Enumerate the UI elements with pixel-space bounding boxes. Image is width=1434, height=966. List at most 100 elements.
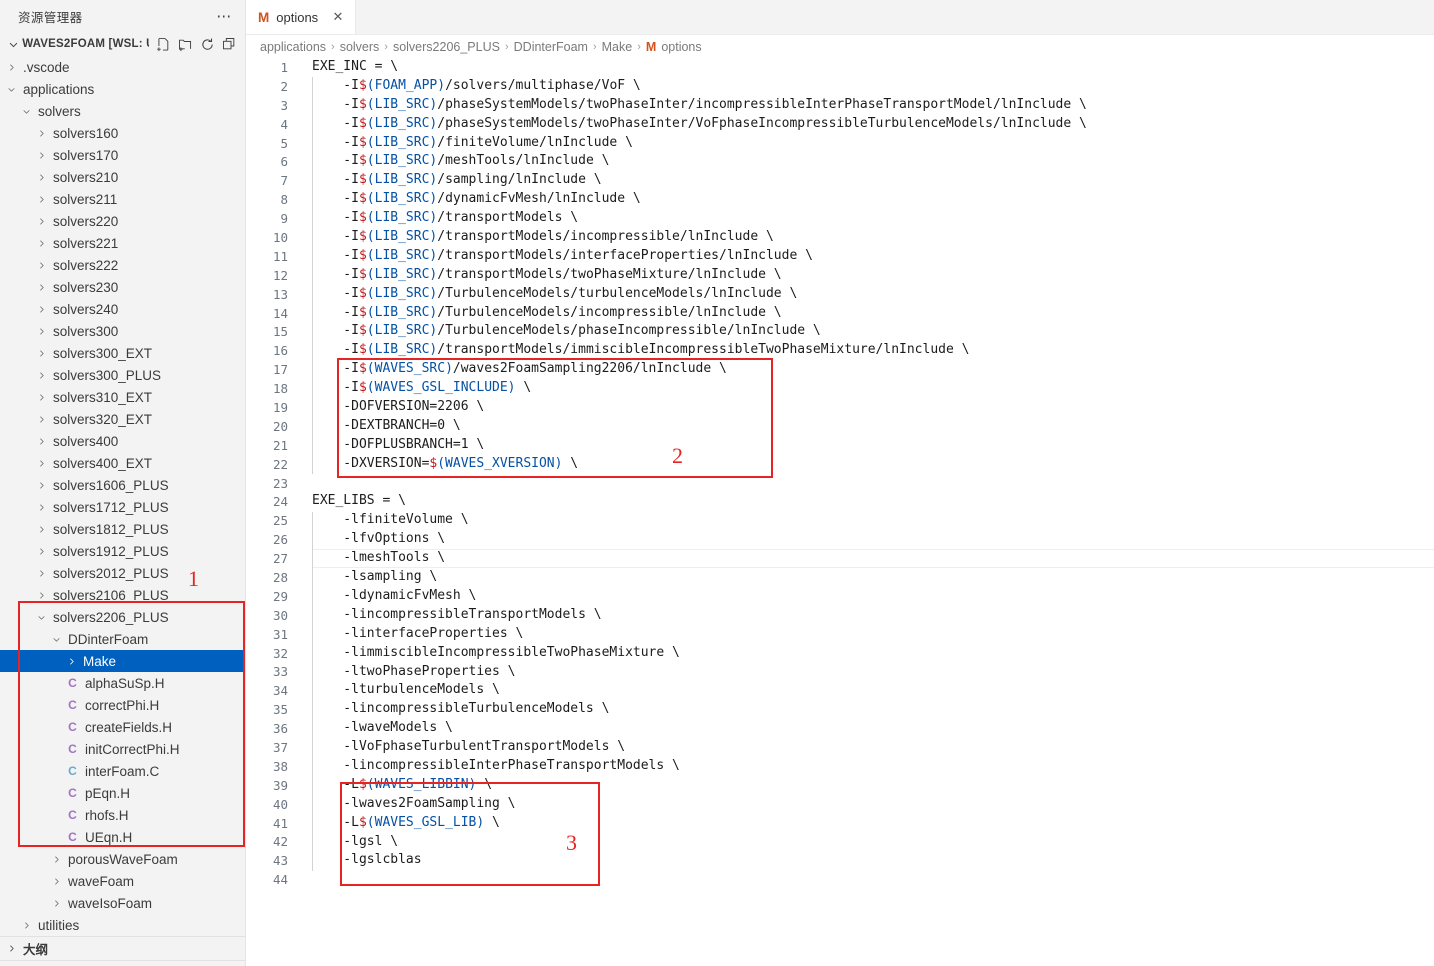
chevron-right-icon[interactable]	[34, 305, 49, 314]
tree-item-solvers1712-plus[interactable]: solvers1712_PLUS	[0, 496, 245, 518]
code-line[interactable]: 12 -I$(LIB_SRC)/transportModels/twoPhase…	[246, 266, 1434, 285]
code-line[interactable]: 4 -I$(LIB_SRC)/phaseSystemModels/twoPhas…	[246, 115, 1434, 134]
tree-item-solvers160[interactable]: solvers160	[0, 122, 245, 144]
breadcrumb-item[interactable]: DDinterFoam	[514, 40, 588, 54]
code-line[interactable]: 32 -limmiscibleIncompressibleTwoPhaseMix…	[246, 644, 1434, 663]
breadcrumb-item[interactable]: solvers2206_PLUS	[393, 40, 500, 54]
code-line[interactable]: 38 -lincompressibleInterPhaseTransportMo…	[246, 757, 1434, 776]
tree-item-solvers170[interactable]: solvers170	[0, 144, 245, 166]
chevron-right-icon[interactable]	[34, 503, 49, 512]
code-line[interactable]: 41 -L$(WAVES_GSL_LIB) \	[246, 814, 1434, 833]
code-line[interactable]: 42 -lgsl \	[246, 833, 1434, 852]
chevron-right-icon[interactable]	[34, 239, 49, 248]
code-editor[interactable]: 1 EXE_INC = \ 2 -I$(FOAM_APP)/solvers/mult…	[246, 58, 1434, 966]
chevron-right-icon[interactable]	[34, 349, 49, 358]
tree-item-solvers300-ext[interactable]: solvers300_EXT	[0, 342, 245, 364]
chevron-right-icon[interactable]	[34, 327, 49, 336]
tree-item-solvers[interactable]: solvers	[0, 100, 245, 122]
chevron-right-icon[interactable]	[34, 129, 49, 138]
chevron-right-icon[interactable]	[34, 569, 49, 578]
tree-item-solvers2012-plus[interactable]: solvers2012_PLUS	[0, 562, 245, 584]
chevron-right-icon[interactable]	[34, 261, 49, 270]
chevron-right-icon[interactable]	[34, 525, 49, 534]
close-icon[interactable]: ✕	[329, 8, 347, 26]
chevron-right-icon[interactable]	[34, 371, 49, 380]
chevron-down-icon[interactable]	[34, 613, 49, 622]
code-line[interactable]: 24 EXE_LIBS = \	[246, 492, 1434, 511]
chevron-right-icon[interactable]	[49, 899, 64, 908]
tree-item-solvers222[interactable]: solvers222	[0, 254, 245, 276]
tree-item-correctphi-h[interactable]: CcorrectPhi.H	[0, 694, 245, 716]
new-folder-icon[interactable]	[175, 34, 195, 54]
code-line[interactable]: 15 -I$(LIB_SRC)/TurbulenceModels/phaseIn…	[246, 322, 1434, 341]
chevron-down-icon[interactable]	[6, 36, 20, 52]
code-line[interactable]: 14 -I$(LIB_SRC)/TurbulenceModels/incompr…	[246, 304, 1434, 323]
code-line[interactable]: 37 -lVoFphaseTurbulentTransportModels \	[246, 738, 1434, 757]
chevron-right-icon[interactable]	[34, 283, 49, 292]
code-line[interactable]: 2 -I$(FOAM_APP)/solvers/multiphase/VoF \	[246, 77, 1434, 96]
tree-item-solvers210[interactable]: solvers210	[0, 166, 245, 188]
chevron-down-icon[interactable]	[19, 107, 34, 116]
code-line[interactable]: 35 -lincompressibleTurbulenceModels \	[246, 700, 1434, 719]
chevron-right-icon[interactable]	[34, 547, 49, 556]
code-line[interactable]: 8 -I$(LIB_SRC)/dynamicFvMesh/lnInclude \	[246, 190, 1434, 209]
code-line[interactable]: 40 -lwaves2FoamSampling \	[246, 795, 1434, 814]
code-line[interactable]: 10 -I$(LIB_SRC)/transportModels/incompre…	[246, 228, 1434, 247]
chevron-right-icon[interactable]	[49, 855, 64, 864]
tree-item-waveisofoam[interactable]: waveIsoFoam	[0, 892, 245, 914]
code-line[interactable]: 33 -ltwoPhaseProperties \	[246, 663, 1434, 682]
sidebar-panel-1[interactable]: 时间线	[0, 960, 245, 966]
tree-item--vscode[interactable]: .vscode	[0, 56, 245, 78]
code-line[interactable]: 20 -DEXTBRANCH=0 \	[246, 417, 1434, 436]
chevron-right-icon[interactable]	[34, 591, 49, 600]
tab-options[interactable]: M options ✕	[246, 0, 356, 34]
refresh-icon[interactable]	[197, 34, 217, 54]
breadcrumb-item[interactable]: Make	[602, 40, 633, 54]
chevron-right-icon[interactable]	[4, 944, 19, 953]
tree-item-solvers230[interactable]: solvers230	[0, 276, 245, 298]
chevron-right-icon[interactable]	[34, 151, 49, 160]
tree-item-rhofs-h[interactable]: Crhofs.H	[0, 804, 245, 826]
code-line[interactable]: 34 -lturbulenceModels \	[246, 681, 1434, 700]
tree-item-make[interactable]: Make	[0, 650, 245, 672]
chevron-right-icon[interactable]	[34, 481, 49, 490]
tree-item-solvers300-plus[interactable]: solvers300_PLUS	[0, 364, 245, 386]
chevron-right-icon[interactable]	[34, 393, 49, 402]
workspace-root-row[interactable]: WAVES2FOAM [WSL: U...	[0, 32, 245, 56]
chevron-right-icon[interactable]	[49, 877, 64, 886]
tree-item-solvers310-ext[interactable]: solvers310_EXT	[0, 386, 245, 408]
code-line[interactable]: 6 -I$(LIB_SRC)/meshTools/lnInclude \	[246, 152, 1434, 171]
code-line[interactable]: 3 -I$(LIB_SRC)/phaseSystemModels/twoPhas…	[246, 96, 1434, 115]
tree-item-solvers1606-plus[interactable]: solvers1606_PLUS	[0, 474, 245, 496]
code-line[interactable]: 13 -I$(LIB_SRC)/TurbulenceModels/turbule…	[246, 285, 1434, 304]
tree-item-solvers300[interactable]: solvers300	[0, 320, 245, 342]
code-line[interactable]: 31 -linterfaceProperties \	[246, 625, 1434, 644]
collapse-all-icon[interactable]	[219, 34, 239, 54]
chevron-right-icon[interactable]	[34, 195, 49, 204]
tree-item-solvers1912-plus[interactable]: solvers1912_PLUS	[0, 540, 245, 562]
tree-item-alphasusp-h[interactable]: CalphaSuSp.H	[0, 672, 245, 694]
tree-item-solvers1812-plus[interactable]: solvers1812_PLUS	[0, 518, 245, 540]
code-line[interactable]: 22 -DXVERSION=$(WAVES_XVERSION) \	[246, 455, 1434, 474]
sidebar-panel-0[interactable]: 大纲	[0, 936, 245, 960]
code-line[interactable]: 25 -lfiniteVolume \	[246, 511, 1434, 530]
code-line[interactable]: 18 -I$(WAVES_GSL_INCLUDE) \	[246, 379, 1434, 398]
breadcrumb-item[interactable]: solvers	[340, 40, 380, 54]
code-line[interactable]: 27 -lmeshTools \	[246, 549, 1434, 568]
code-line[interactable]: 28 -lsampling \	[246, 568, 1434, 587]
tree-item-solvers400[interactable]: solvers400	[0, 430, 245, 452]
chevron-down-icon[interactable]	[4, 85, 19, 94]
chevron-right-icon[interactable]	[64, 657, 79, 666]
tree-item-solvers240[interactable]: solvers240	[0, 298, 245, 320]
tree-item-createfields-h[interactable]: CcreateFields.H	[0, 716, 245, 738]
code-line[interactable]: 17 -I$(WAVES_SRC)/waves2FoamSampling2206…	[246, 360, 1434, 379]
tree-item-solvers400-ext[interactable]: solvers400_EXT	[0, 452, 245, 474]
code-line[interactable]: 1 EXE_INC = \	[246, 58, 1434, 77]
chevron-right-icon[interactable]	[34, 415, 49, 424]
tree-item-ddinterfoam[interactable]: DDinterFoam	[0, 628, 245, 650]
code-line[interactable]: 26 -lfvOptions \	[246, 530, 1434, 549]
tree-item-wavefoam[interactable]: waveFoam	[0, 870, 245, 892]
tree-item-solvers320-ext[interactable]: solvers320_EXT	[0, 408, 245, 430]
code-line[interactable]: 21 -DOFPLUSBRANCH=1 \	[246, 436, 1434, 455]
chevron-right-icon[interactable]	[19, 921, 34, 930]
